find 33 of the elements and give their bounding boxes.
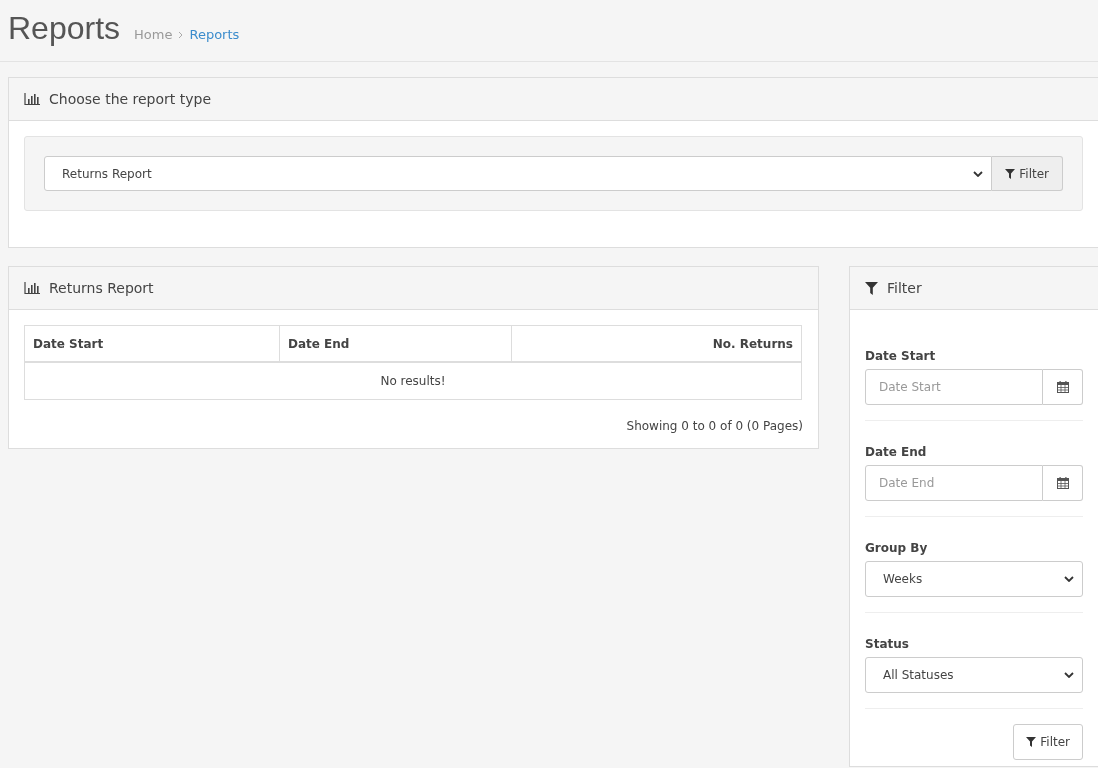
column-header: No. Returns bbox=[511, 325, 802, 362]
calendar-button[interactable] bbox=[1043, 369, 1083, 405]
caret-icon bbox=[973, 170, 984, 177]
chevron-icon bbox=[178, 30, 184, 39]
panel-title: Choose the report type bbox=[49, 91, 212, 107]
filter-button[interactable]: Filter bbox=[1013, 724, 1083, 760]
dropdown[interactable]: Weeks bbox=[865, 561, 1083, 597]
empty-message: No results! bbox=[24, 362, 802, 400]
field-label: Group By bbox=[865, 541, 929, 555]
calendar-icon bbox=[1056, 381, 1069, 393]
calendar-icon bbox=[1056, 477, 1069, 489]
field-label: Status bbox=[865, 637, 910, 651]
caret-icon bbox=[1064, 672, 1074, 678]
date-field[interactable]: Date End bbox=[865, 465, 1043, 501]
panel-title: Filter bbox=[887, 280, 922, 296]
bar-chart-icon bbox=[24, 93, 40, 105]
field-label: Date End bbox=[865, 445, 928, 459]
filter-icon bbox=[865, 281, 878, 295]
filter-icon bbox=[1026, 737, 1037, 747]
filter-button[interactable]: Filter bbox=[992, 156, 1063, 191]
field-label: Date Start bbox=[865, 349, 937, 363]
calendar-button[interactable] bbox=[1043, 465, 1083, 501]
column-header: Date End bbox=[279, 325, 512, 362]
page-title: Reports bbox=[8, 9, 121, 48]
panel-title: Returns Report bbox=[49, 280, 154, 296]
dropdown[interactable]: Returns Report bbox=[44, 156, 993, 191]
filter-icon bbox=[1005, 168, 1016, 179]
dropdown[interactable]: All Statuses bbox=[865, 657, 1083, 693]
caret-icon bbox=[1064, 576, 1074, 582]
pagination-text: Showing 0 to 0 of 0 (0 Pages) bbox=[626, 419, 803, 433]
column-header: Date Start bbox=[24, 325, 280, 362]
bar-chart-icon bbox=[24, 282, 40, 294]
date-field[interactable]: Date Start bbox=[865, 369, 1043, 405]
